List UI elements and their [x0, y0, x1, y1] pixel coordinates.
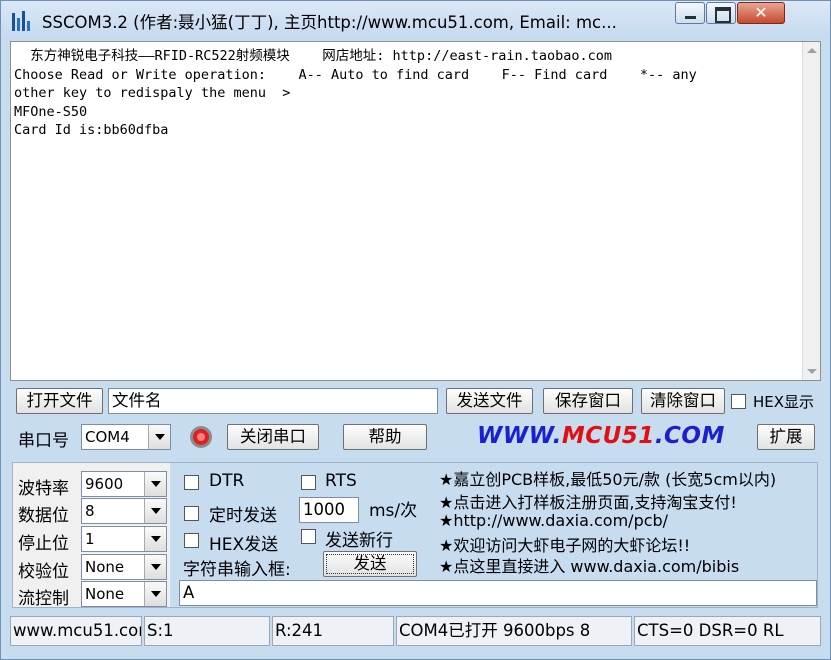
clear-window-button[interactable]: 清除窗口 [641, 388, 725, 414]
status-port-info: COM4已打开 9600bps 8 [396, 616, 632, 646]
baud-label: 波特率 [18, 479, 69, 499]
open-file-button[interactable]: 打开文件 [16, 388, 103, 414]
hex-display-label: HEX显示 [753, 393, 815, 411]
ad-link[interactable]: ★嘉立创PCB样板,最低50元/款 (长宽5cm以内) [439, 466, 776, 490]
chevron-down-icon[interactable] [144, 555, 166, 579]
title-bar[interactable]: SSCOM3.2 (作者:聂小猛(丁丁), 主页http://www.mcu51… [1, 1, 830, 39]
minimize-button[interactable] [675, 2, 705, 24]
logo-www: WWW. [477, 423, 562, 449]
logo-com: .COM [654, 423, 725, 449]
ad-link[interactable]: ★点击进入打样板注册页面,支持淘宝支付! [439, 489, 737, 513]
close-button[interactable]: ✕ [737, 2, 785, 24]
receive-line: other key to redispaly the menu > [14, 85, 291, 101]
chevron-down-icon[interactable] [148, 425, 170, 449]
status-site[interactable]: www.mcu51.com [10, 616, 142, 646]
close-port-button[interactable]: 关闭串口 [227, 424, 319, 450]
ad-link[interactable]: ★http://www.daxia.com/pcb/ [439, 511, 668, 530]
port-value: COM4 [85, 428, 130, 446]
receive-area[interactable]: 东方神锐电子科技——RFID-RC522射频模块 网店地址: http://ea… [10, 41, 821, 381]
status-sent-count: S:1 [144, 616, 270, 646]
parity-label: 校验位 [18, 562, 69, 582]
port-status-light-icon [190, 426, 212, 448]
stop-bits-select[interactable]: 1 [81, 526, 167, 552]
parity-select[interactable]: None [81, 554, 167, 580]
timed-send-checkbox[interactable] [184, 506, 199, 521]
help-button[interactable]: 帮助 [343, 424, 427, 450]
receive-line: Card Id is:bb60dfba [14, 122, 169, 138]
close-icon: ✕ [754, 3, 768, 22]
chevron-down-icon[interactable] [144, 527, 166, 551]
chevron-down-icon[interactable] [144, 582, 166, 606]
status-received-count: R:241 [272, 616, 394, 646]
stop-bits-label: 停止位 [18, 534, 69, 554]
send-newline-checkbox[interactable] [301, 529, 316, 544]
status-signals: CTS=0 DSR=0 RL [634, 616, 821, 646]
logo-mcu51: MCU51 [561, 423, 655, 449]
interval-field[interactable]: 1000 [299, 497, 359, 523]
app-icon [12, 11, 30, 31]
maximize-button[interactable] [706, 2, 736, 24]
rts-checkbox[interactable] [301, 475, 316, 490]
receive-text: 东方神锐电子科技——RFID-RC522射频模块 网店地址: http://ea… [14, 47, 789, 140]
website-logo[interactable]: WWW.MCU51.COM [477, 423, 725, 449]
interval-unit: ms/次 [369, 501, 418, 521]
receive-line: MFOne-S50 [14, 103, 88, 120]
ad-link[interactable]: ★点这里直接进入 www.daxia.com/bibis [439, 553, 739, 577]
vertical-scrollbar[interactable] [802, 42, 820, 380]
dtr-checkbox[interactable] [184, 475, 199, 490]
send-newline-label: 发送新行 [325, 531, 393, 551]
flow-control-label: 流控制 [18, 589, 69, 609]
scroll-down-icon[interactable] [807, 369, 817, 374]
window-title: SSCOM3.2 (作者:聂小猛(丁丁), 主页http://www.mcu51… [42, 13, 617, 32]
send-file-button[interactable]: 发送文件 [446, 388, 533, 414]
status-bar: www.mcu51.com S:1 R:241 COM4已打开 9600bps … [10, 616, 821, 648]
chevron-down-icon[interactable] [144, 472, 166, 496]
data-bits-select[interactable]: 8 [81, 498, 167, 524]
scroll-up-icon[interactable] [807, 48, 817, 53]
send-input[interactable]: A [179, 580, 817, 606]
data-bits-value: 8 [85, 502, 95, 520]
hex-display-checkbox[interactable] [731, 394, 746, 409]
hex-send-label: HEX发送 [209, 535, 279, 555]
receive-line: Choose Read or Write operation: A-- Auto… [14, 66, 697, 83]
flow-control-select[interactable]: None [81, 581, 167, 607]
port-label: 串口号 [18, 431, 69, 451]
parity-value: None [85, 558, 125, 576]
chevron-down-icon[interactable] [144, 499, 166, 523]
timed-send-label: 定时发送 [209, 506, 277, 526]
app-window: SSCOM3.2 (作者:聂小猛(丁丁), 主页http://www.mcu51… [0, 0, 831, 660]
port-select[interactable]: COM4 [81, 424, 171, 450]
baud-value: 9600 [85, 475, 124, 493]
data-bits-label: 数据位 [18, 506, 69, 526]
dtr-label: DTR [209, 471, 245, 491]
expand-button[interactable]: 扩展 [757, 424, 815, 450]
baud-select[interactable]: 9600 [81, 471, 167, 497]
input-label: 字符串输入框: [183, 560, 291, 580]
save-window-button[interactable]: 保存窗口 [543, 388, 633, 414]
send-button[interactable]: 发送 [323, 551, 417, 577]
filename-field[interactable]: 文件名 [108, 388, 438, 414]
rts-label: RTS [325, 471, 357, 491]
receive-line: 东方神锐电子科技——RFID-RC522射频模块 网店地址: http://ea… [14, 48, 613, 64]
flow-control-value: None [85, 585, 125, 603]
stop-bits-value: 1 [85, 530, 95, 548]
hex-send-checkbox[interactable] [184, 533, 199, 548]
